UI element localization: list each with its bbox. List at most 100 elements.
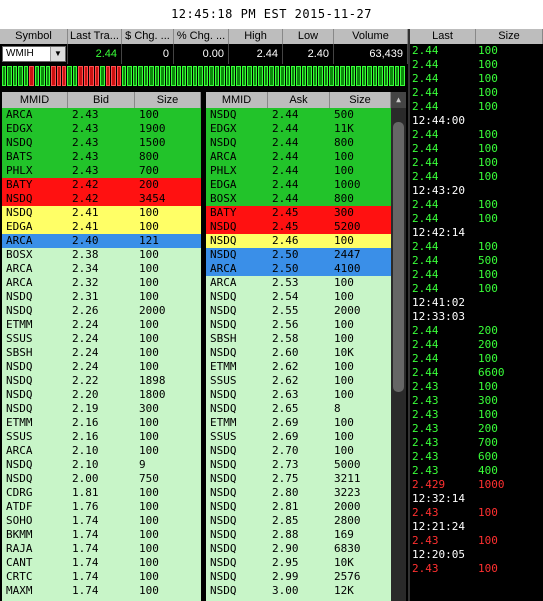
level2-row[interactable]: MAXM 1.74 100 (2, 584, 201, 598)
level2-row[interactable]: SSUS 2.62 100 (206, 374, 391, 388)
chevron-down-icon[interactable]: ▼ (50, 47, 65, 61)
level2-row[interactable]: BOSX 2.38 100 (2, 248, 201, 262)
level2-row[interactable]: NSDQ 2.88 169 (206, 528, 391, 542)
level2-row[interactable]: ARCA 2.40 121 (2, 234, 201, 248)
level2-price: 1.76 (72, 500, 99, 513)
level2-row[interactable]: ARCA 2.10 100 (2, 444, 201, 458)
level2-row[interactable]: NSDQ 2.75 3211 (206, 472, 391, 486)
ask-list[interactable]: NSDQ 2.44 500 EDGX 2.44 11K NSDQ 2.44 800 ARCA 2.4… (206, 108, 391, 601)
trade-row: 2.44 100 (410, 72, 543, 86)
level2-row[interactable]: NSDQ 2.44 800 (206, 136, 391, 150)
level2-row[interactable]: NSDQ 2.95 10K (206, 556, 391, 570)
scrollbar[interactable]: ▲ (391, 92, 406, 601)
symbol-select[interactable]: WMIH ▼ (2, 46, 66, 62)
level2-row[interactable]: ETMM 2.24 100 (2, 318, 201, 332)
level2-row[interactable]: NSDQ 2.44 500 (206, 108, 391, 122)
level2-row[interactable]: SOHO 1.74 100 (2, 514, 201, 528)
ask-col-size[interactable]: Size (330, 92, 391, 108)
scroll-up-icon[interactable]: ▲ (391, 92, 406, 108)
level2-row[interactable]: ARCA 2.34 100 (2, 262, 201, 276)
level2-row[interactable]: ETMM 2.16 100 (2, 416, 201, 430)
level2-row[interactable]: NSDQ 2.20 1800 (2, 388, 201, 402)
level2-row[interactable]: NSDQ 2.54 100 (206, 290, 391, 304)
level2-row[interactable]: RAJA 1.74 100 (2, 542, 201, 556)
level2-price: 1.74 (72, 584, 99, 597)
ask-col-ask[interactable]: Ask (268, 92, 330, 108)
level2-row[interactable]: NSDQ 2.99 2576 (206, 570, 391, 584)
bid-list[interactable]: ARCA 2.43 100 EDGX 2.43 1900 NSDQ 2.43 1500 BATS 2… (2, 108, 201, 601)
level2-row[interactable]: NSDQ 2.63 100 (206, 388, 391, 402)
level2-row[interactable]: NSDQ 2.00 750 (2, 472, 201, 486)
level2-size: 100 (334, 444, 354, 457)
level2-row[interactable]: BOSX 2.44 800 (206, 192, 391, 206)
level2-row[interactable]: NSDQ 2.45 5200 (206, 220, 391, 234)
scroll-thumb[interactable] (393, 122, 404, 392)
time-sales-list[interactable]: 2.44 100 2.44 100 2.44 100 2.44 100 2.44 100 12:44… (410, 44, 543, 601)
level2-row[interactable]: PHLX 2.44 100 (206, 164, 391, 178)
level2-row[interactable]: NSDQ 2.26 2000 (2, 304, 201, 318)
level2-row[interactable]: NSDQ 2.46 100 (206, 234, 391, 248)
level2-row[interactable]: NSDQ 2.90 6830 (206, 542, 391, 556)
bid-col-bid[interactable]: Bid (68, 92, 135, 108)
ask-col-mmid[interactable]: MMID (206, 92, 268, 108)
bid-col-size[interactable]: Size (135, 92, 201, 108)
col-pct[interactable]: % Chg. ... (174, 29, 229, 44)
level2-row[interactable]: ETMM 2.62 100 (206, 360, 391, 374)
bid-col-mmid[interactable]: MMID (2, 92, 68, 108)
level2-price: 2.81 (272, 500, 299, 513)
level2-row[interactable]: SSUS 2.69 100 (206, 430, 391, 444)
trade-size (476, 520, 543, 534)
level2-row[interactable]: BATY 2.45 300 (206, 206, 391, 220)
level2-row[interactable]: SBSH 2.58 100 (206, 332, 391, 346)
ts-col-last[interactable]: Last (410, 29, 476, 44)
level2-row[interactable]: NSDQ 2.43 1500 (2, 136, 201, 150)
col-last[interactable]: Last Tra... (68, 29, 122, 44)
level2-row[interactable]: NSDQ 2.55 2000 (206, 304, 391, 318)
col-chg[interactable]: $ Chg. ... (122, 29, 174, 44)
level2-row[interactable]: NSDQ 2.41 100 (2, 206, 201, 220)
col-high[interactable]: High (229, 29, 283, 44)
level2-row[interactable]: NSDQ 2.42 3454 (2, 192, 201, 206)
level2-row[interactable]: ARCA 2.44 100 (206, 150, 391, 164)
level2-row[interactable]: ATDF 1.76 100 (2, 500, 201, 514)
level2-row[interactable]: NSDQ 2.85 2800 (206, 514, 391, 528)
level2-row[interactable]: ARCA 2.53 100 (206, 276, 391, 290)
level2-row[interactable]: ARCA 2.32 100 (2, 276, 201, 290)
level2-row[interactable]: NSDQ 2.73 5000 (206, 458, 391, 472)
level2-row[interactable]: NSDQ 2.19 300 (2, 402, 201, 416)
level2-row[interactable]: EDGX 2.43 1900 (2, 122, 201, 136)
level2-row[interactable]: NSDQ 2.56 100 (206, 318, 391, 332)
level2-row[interactable]: CRTC 1.74 100 (2, 570, 201, 584)
level2-row[interactable]: CDRG 1.81 100 (2, 486, 201, 500)
level2-row[interactable]: EDGA 2.44 1000 (206, 178, 391, 192)
level2-row[interactable]: ARCA 2.43 100 (2, 108, 201, 122)
level2-row[interactable]: NSDQ 2.81 2000 (206, 500, 391, 514)
level2-row[interactable]: BATS 2.43 800 (2, 150, 201, 164)
level2-row[interactable]: SBSH 2.24 100 (2, 346, 201, 360)
level2-row[interactable]: NSDQ 3.00 12K (206, 584, 391, 598)
level2-row[interactable]: NSDQ 2.80 3223 (206, 486, 391, 500)
level2-mmid: MAXM (6, 584, 33, 597)
col-volume[interactable]: Volume (334, 29, 408, 44)
level2-row[interactable]: NSDQ 2.22 1898 (2, 374, 201, 388)
level2-row[interactable]: PHLX 2.43 700 (2, 164, 201, 178)
level2-row[interactable]: EDGX 2.44 11K (206, 122, 391, 136)
level2-row[interactable]: BKMM 1.74 100 (2, 528, 201, 542)
level2-row[interactable]: NSDQ 2.31 100 (2, 290, 201, 304)
level2-row[interactable]: BATY 2.42 200 (2, 178, 201, 192)
level2-row[interactable]: NSDQ 2.50 2447 (206, 248, 391, 262)
level2-row[interactable]: CANT 1.74 100 (2, 556, 201, 570)
level2-row[interactable]: ETMM 2.69 100 (206, 416, 391, 430)
level2-row[interactable]: NSDQ 2.65 8 (206, 402, 391, 416)
level2-row[interactable]: NSDQ 2.60 10K (206, 346, 391, 360)
level2-row[interactable]: NSDQ 2.70 100 (206, 444, 391, 458)
level2-row[interactable]: NSDQ 2.24 100 (2, 360, 201, 374)
col-symbol[interactable]: Symbol (0, 29, 68, 44)
col-low[interactable]: Low (283, 29, 334, 44)
ts-col-size[interactable]: Size (476, 29, 543, 44)
level2-row[interactable]: ARCA 2.50 4100 (206, 262, 391, 276)
level2-row[interactable]: SSUS 2.16 100 (2, 430, 201, 444)
level2-row[interactable]: NSDQ 2.10 9 (2, 458, 201, 472)
level2-row[interactable]: SSUS 2.24 100 (2, 332, 201, 346)
level2-row[interactable]: EDGA 2.41 100 (2, 220, 201, 234)
